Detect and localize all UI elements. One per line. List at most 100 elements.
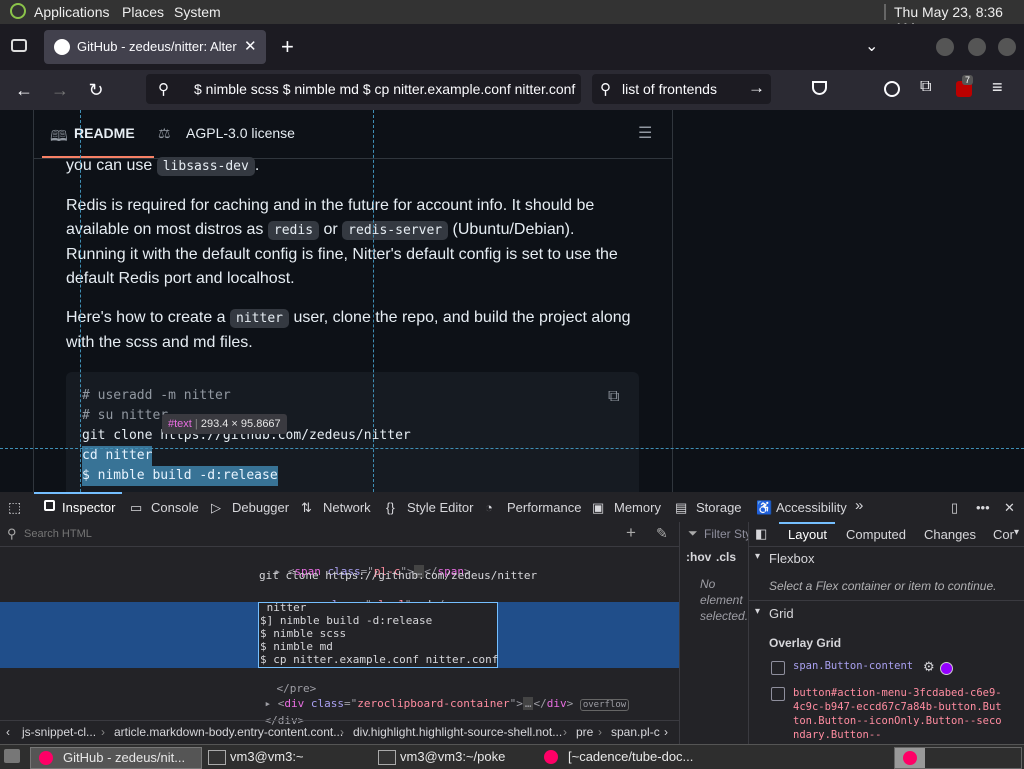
search-icon: ⚲ bbox=[600, 81, 611, 98]
flexbox-header[interactable]: ▾ Flexbox bbox=[749, 547, 1024, 569]
distro-logo-icon[interactable] bbox=[10, 3, 26, 19]
breadcrumb-item[interactable]: pre bbox=[576, 725, 593, 739]
workspace-switcher[interactable] bbox=[894, 747, 1022, 769]
accessibility-icon: ♿ bbox=[756, 500, 773, 515]
forward-arrow-icon[interactable]: → bbox=[46, 76, 74, 104]
breadcrumb-prev-icon[interactable]: ‹ bbox=[6, 725, 10, 739]
storage-icon: ▤ bbox=[675, 500, 688, 515]
text-node-line: nitter bbox=[260, 601, 307, 614]
tab-console[interactable]: Console bbox=[151, 500, 199, 515]
tab-memory[interactable]: Memory bbox=[614, 500, 661, 515]
inspector-tooltip: #text | 293.4 × 95.8667 bbox=[162, 414, 287, 434]
markup-line[interactable]: git clone https://github.com/zedeus/nitt… bbox=[259, 569, 537, 582]
tab-layout-underline bbox=[779, 522, 835, 524]
places-menu[interactable]: Places bbox=[122, 4, 164, 20]
taskbar-item[interactable]: GitHub - zedeus/nit... bbox=[30, 747, 202, 769]
overflow-badge[interactable]: overflow bbox=[579, 699, 630, 711]
more-options-icon[interactable]: ••• bbox=[976, 500, 990, 515]
copy-icon[interactable]: ⧉ bbox=[608, 386, 619, 406]
overlay-grid-label: Overlay Grid bbox=[769, 636, 842, 650]
search-html-input[interactable] bbox=[22, 525, 586, 543]
eyedropper-icon[interactable]: ✎ bbox=[656, 525, 668, 542]
tab-inspector[interactable]: Inspector bbox=[62, 500, 115, 515]
code-line: # su nitter bbox=[82, 408, 169, 423]
dock-icon[interactable]: ▯ bbox=[951, 500, 958, 516]
taskbar-item[interactable]: vm3@vm3:~/poke bbox=[374, 747, 540, 767]
taskbar-item[interactable]: vm3@vm3:~ bbox=[204, 747, 370, 767]
close-devtools-icon[interactable]: ✕ bbox=[1004, 500, 1015, 516]
breadcrumb-item[interactable]: article.markdown-body.entry-content.cont… bbox=[114, 725, 343, 739]
search-icon: ⚲ bbox=[158, 81, 169, 98]
pick-element-icon[interactable]: ⬚ bbox=[8, 499, 21, 516]
tab-network[interactable]: Network bbox=[323, 500, 371, 515]
maximize-window-icon[interactable] bbox=[968, 38, 986, 56]
breadcrumb: ‹ js-snippet-cl... › article.markdown-bo… bbox=[0, 720, 679, 745]
show-desktop-icon[interactable] bbox=[4, 749, 20, 763]
more-tabs-icon[interactable]: » bbox=[855, 497, 863, 514]
grid-header[interactable]: ▾ Grid bbox=[749, 600, 1024, 623]
tab-changes[interactable]: Changes bbox=[924, 527, 976, 542]
tab-computed[interactable]: Computed bbox=[846, 527, 906, 542]
extension-badge: 7 bbox=[962, 75, 974, 85]
tab-debugger[interactable]: Debugger bbox=[232, 500, 289, 515]
url-text[interactable]: $ nimble scss $ nimble md $ cp nitter.ex… bbox=[194, 81, 579, 97]
tab-readme[interactable]: README bbox=[74, 125, 135, 141]
breadcrumb-item[interactable]: span.pl-c bbox=[611, 725, 660, 739]
app-menu-icon[interactable]: ≡ bbox=[992, 77, 1003, 98]
browser-tab[interactable]: GitHub - zedeus/nitter: Alter ✕ bbox=[44, 30, 266, 64]
tab-storage[interactable]: Storage bbox=[696, 500, 742, 515]
taskbar-item[interactable]: [~cadence/tube-doc... bbox=[540, 747, 720, 767]
applications-menu[interactable]: Applications bbox=[34, 4, 110, 20]
tab-layout[interactable]: Layout bbox=[788, 527, 827, 542]
system-menu[interactable]: System bbox=[174, 4, 221, 20]
readme-header: 🕮 README ⚖ AGPL-3.0 license ☰ bbox=[34, 110, 672, 159]
selected-text-node[interactable]: nitter $] nimble build -d:release $ nimb… bbox=[258, 601, 498, 668]
account-icon[interactable] bbox=[884, 81, 900, 97]
new-tab-icon[interactable]: + bbox=[281, 34, 294, 60]
flex-message: Select a Flex container or item to conti… bbox=[769, 579, 997, 593]
search-icon: ⚲ bbox=[7, 526, 17, 541]
search-text[interactable]: list of frontends bbox=[622, 81, 717, 97]
cls-toggle[interactable]: .cls bbox=[716, 550, 736, 564]
outline-icon[interactable]: ☰ bbox=[638, 123, 652, 143]
tab-license[interactable]: AGPL-3.0 license bbox=[186, 125, 295, 141]
add-node-icon[interactable]: + bbox=[626, 523, 636, 543]
filter-styles-input[interactable]: Filter Styl bbox=[704, 527, 748, 541]
tab-style-editor[interactable]: Style Editor bbox=[407, 500, 473, 515]
grid-highlight-icon[interactable]: ⚙ bbox=[923, 659, 935, 675]
firefox-view-icon[interactable] bbox=[11, 39, 27, 52]
minimize-window-icon[interactable] bbox=[936, 38, 954, 56]
grid-checkbox[interactable] bbox=[771, 687, 785, 701]
grid-color-swatch[interactable] bbox=[940, 662, 953, 675]
back-arrow-icon[interactable]: ← bbox=[10, 76, 38, 104]
search-bar[interactable]: ⚲ list of frontends → bbox=[592, 74, 771, 104]
book-icon: 🕮 bbox=[50, 128, 68, 145]
hov-toggle[interactable]: :hov bbox=[686, 550, 711, 564]
search-html-bar: ⚲ + ✎ bbox=[0, 522, 679, 547]
list-tabs-icon[interactable]: ⌄ bbox=[865, 36, 878, 56]
firefox-icon bbox=[39, 751, 53, 765]
tab-compatibility[interactable]: Cor bbox=[993, 527, 1015, 542]
tab-performance[interactable]: Performance bbox=[507, 500, 581, 515]
grid-item-label: button#action-menu-3fcdabed-c6e9-4c9c-b9… bbox=[793, 687, 1002, 741]
tab-title: GitHub - zedeus/nitter: Alter bbox=[77, 39, 237, 54]
url-bar[interactable]: ⚲ $ nimble scss $ nimble md $ cp nitter.… bbox=[146, 74, 581, 104]
reload-icon[interactable]: ↻ bbox=[82, 76, 110, 104]
more-tabs-dropdown-icon[interactable]: ▾ bbox=[1014, 527, 1019, 538]
extensions-icon[interactable]: ⧉ bbox=[920, 78, 931, 96]
breadcrumb-next-icon[interactable]: › bbox=[664, 725, 668, 739]
close-window-icon[interactable] bbox=[998, 38, 1016, 56]
toggle-sidebar-icon[interactable]: ◧ bbox=[755, 526, 767, 542]
inspector-icon bbox=[44, 500, 55, 511]
code-block: # useradd -m nitter # su nitter git clon… bbox=[66, 372, 639, 492]
breadcrumb-item[interactable]: js-snippet-cl... bbox=[22, 725, 96, 739]
breadcrumb-item[interactable]: div.highlight.highlight-source-shell.not… bbox=[353, 725, 562, 739]
text-node-line: $ nimble md bbox=[260, 640, 333, 653]
search-go-icon[interactable]: → bbox=[748, 78, 765, 98]
performance-icon: ◔ bbox=[485, 500, 493, 515]
close-tab-icon[interactable]: ✕ bbox=[244, 37, 257, 55]
tab-accessibility[interactable]: Accessibility bbox=[776, 500, 847, 515]
text-node-line: $] nimble build -d:release bbox=[260, 614, 433, 627]
grid-checkbox[interactable] bbox=[771, 661, 785, 675]
inline-code: redis-server bbox=[342, 221, 449, 240]
